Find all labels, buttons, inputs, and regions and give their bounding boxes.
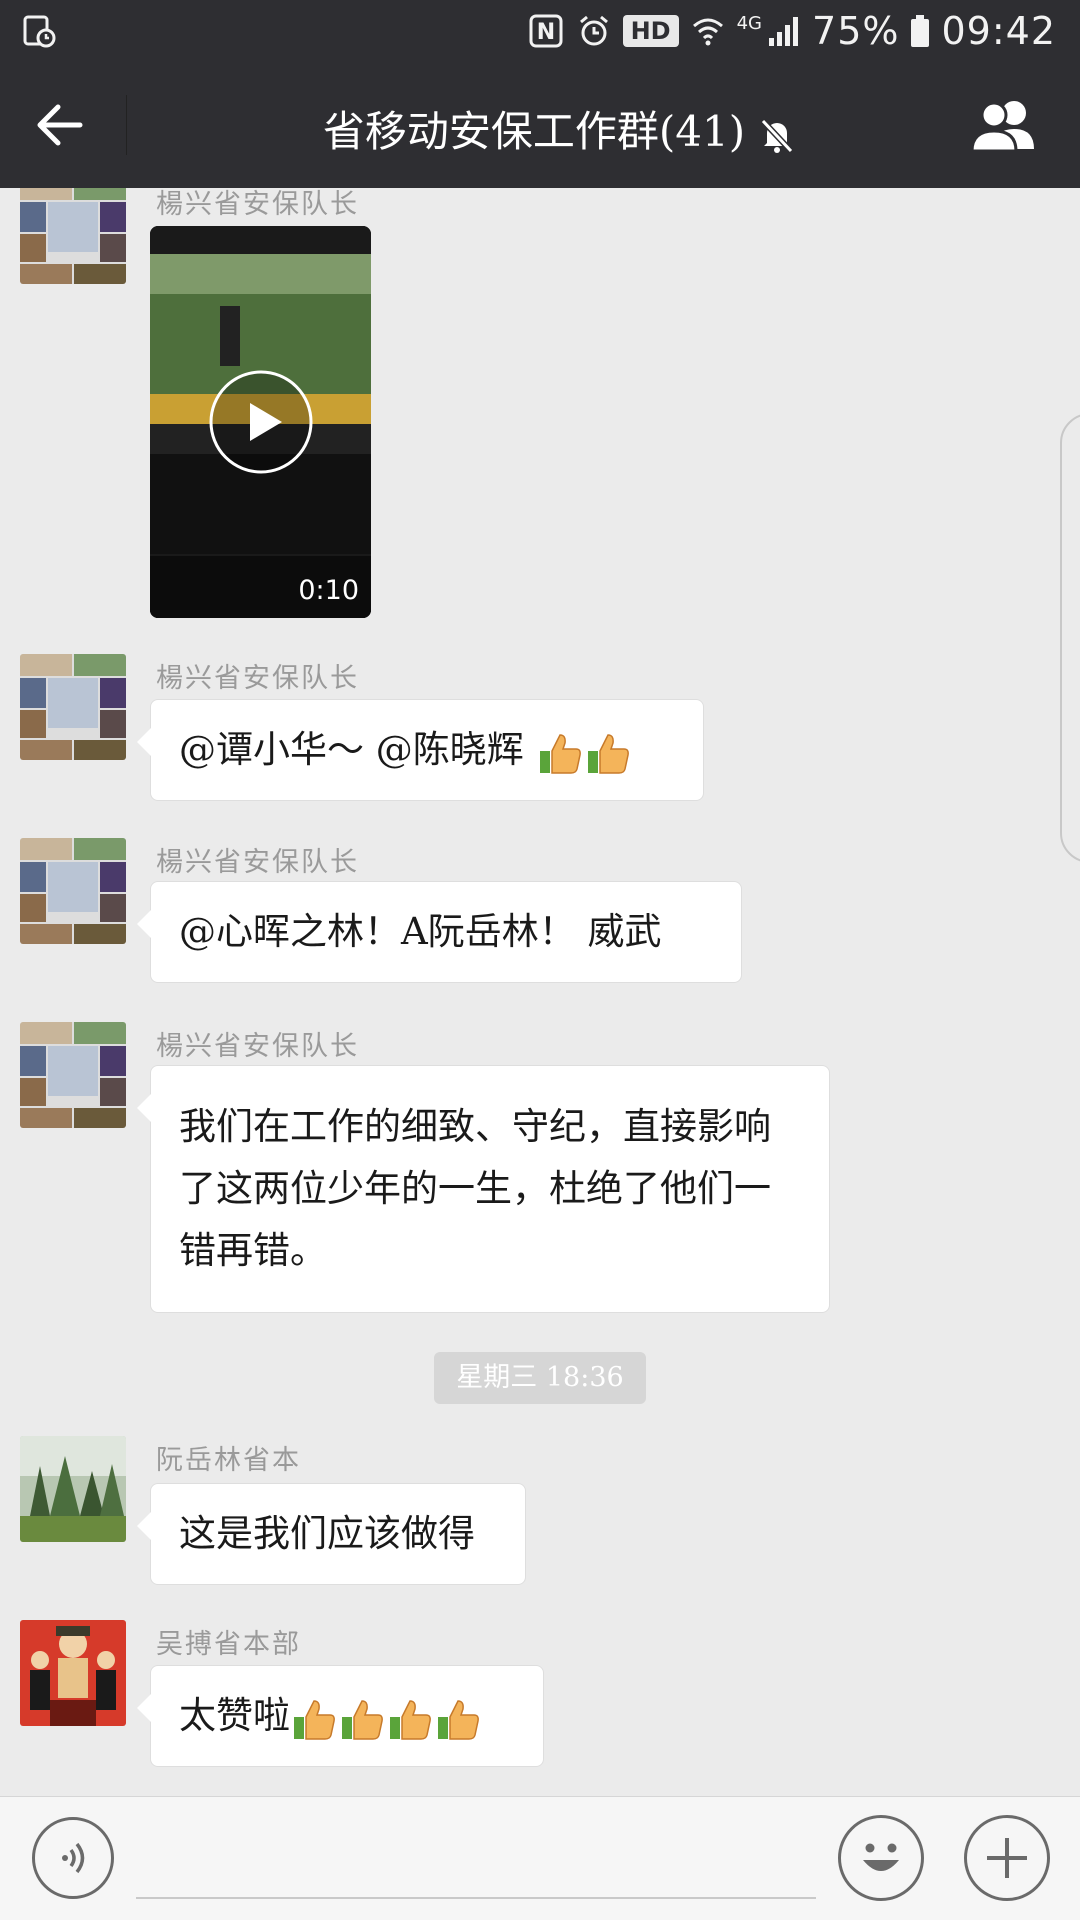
thumbs-up-icon <box>386 1695 434 1743</box>
avatar[interactable] <box>20 1436 126 1542</box>
group-members-icon[interactable] <box>968 95 1044 155</box>
message-bubble[interactable]: @心晖之林！A阮岳林！ 威武 <box>137 881 742 983</box>
battery-percent: 75% <box>812 9 900 53</box>
alarm-icon <box>575 12 613 50</box>
message-bubble[interactable]: 我们在工作的细致、守纪，直接影响 了这两位少年的一生，杜绝了他们一 错再错。 <box>137 1065 830 1313</box>
thumbs-up-icon <box>536 729 584 777</box>
message-line: 错再错。 <box>179 1229 327 1272</box>
message-bubble[interactable]: @谭小华～ @陈晓辉 <box>137 699 704 801</box>
sender-name: 楊兴省安保队长 <box>156 1031 359 1062</box>
sender-name: 吴搏省本部 <box>156 1629 301 1660</box>
play-icon[interactable] <box>208 369 314 475</box>
scroll-indicator <box>1060 413 1080 863</box>
thumbs-up-icon <box>290 1695 338 1743</box>
thumbs-up-icon <box>434 1695 482 1743</box>
clock: 09:42 <box>941 9 1056 53</box>
hd-voice-badge: HD <box>622 15 679 47</box>
sender-name: 楊兴省安保队长 <box>156 189 359 220</box>
timestamp-chip: 星期三 18:36 <box>434 1352 646 1404</box>
message-bubble[interactable]: 太赞啦 <box>137 1665 544 1767</box>
message-text: @心晖之林！A阮岳林！ 威武 <box>179 910 662 953</box>
message-text: 这是我们应该做得 <box>179 1512 475 1555</box>
screen-record-icon <box>22 14 56 48</box>
network-type: 4G <box>736 12 763 34</box>
signal-icon <box>764 12 802 50</box>
thumbs-up-icon <box>338 1695 386 1743</box>
avatar[interactable] <box>20 1620 126 1726</box>
input-bar <box>0 1796 1080 1920</box>
chat-header: 省移动安保工作群(41) <box>0 62 1080 188</box>
message-text: 太赞啦 <box>179 1694 290 1737</box>
sender-name: 阮岳林省本 <box>156 1445 301 1476</box>
avatar[interactable] <box>20 188 126 284</box>
message-line: 我们在工作的细致、守纪，直接影响 <box>179 1105 771 1148</box>
add-attachment-icon[interactable] <box>964 1815 1050 1901</box>
voice-input-icon[interactable] <box>32 1817 114 1899</box>
nfc-icon: N <box>527 12 565 50</box>
wifi-icon <box>689 12 727 50</box>
chat-title: 省移动安保工作群(41) <box>322 107 746 156</box>
message-input[interactable] <box>136 1897 816 1899</box>
thumbs-up-icon <box>584 729 632 777</box>
status-bar: N HD 4G 75% 09:42 <box>0 0 1080 62</box>
message-bubble[interactable]: 这是我们应该做得 <box>137 1483 526 1585</box>
sender-name: 楊兴省安保队长 <box>156 663 359 694</box>
muted-bell-icon <box>757 115 797 155</box>
message-list[interactable]: 楊兴省安保队长 0:10 楊兴省安保队长 @谭小华～ @陈晓辉 楊兴省安保队长 … <box>0 188 1080 1796</box>
message-line: 了这两位少年的一生，杜绝了他们一 <box>179 1167 771 1210</box>
sender-name: 楊兴省安保队长 <box>156 847 359 878</box>
avatar[interactable] <box>20 1022 126 1128</box>
avatar[interactable] <box>20 654 126 760</box>
avatar[interactable] <box>20 838 126 944</box>
emoji-icon[interactable] <box>838 1815 924 1901</box>
video-duration: 0:10 <box>298 575 359 606</box>
message-text: @谭小华～ @陈晓辉 <box>179 728 536 771</box>
chat-title-container: 省移动安保工作群(41) <box>0 98 1080 159</box>
battery-icon <box>909 12 931 50</box>
video-message[interactable]: 0:10 <box>150 226 371 618</box>
svg-text:N: N <box>536 20 554 45</box>
